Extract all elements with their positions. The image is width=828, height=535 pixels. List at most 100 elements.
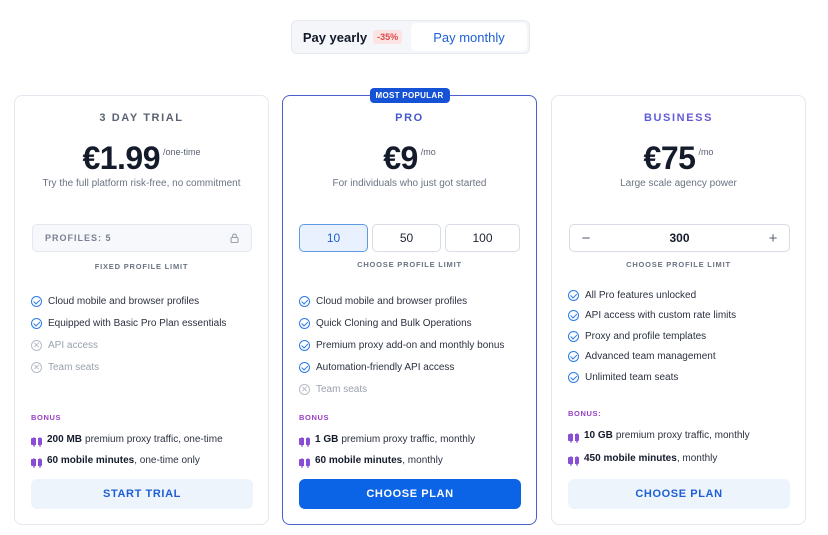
check-circle-icon bbox=[568, 310, 579, 322]
bonus-text: , one-time only bbox=[134, 455, 200, 466]
check-circle-icon bbox=[299, 295, 310, 307]
feature-text: Team seats bbox=[316, 383, 368, 395]
bonus-label: BONUS: bbox=[568, 409, 602, 418]
plan-name: BUSINESS bbox=[552, 112, 805, 124]
feature-text: Advanced team management bbox=[585, 351, 716, 363]
bonus-list: 1 GB premium proxy traffic, monthly 60 mo… bbox=[299, 429, 475, 471]
check-circle-icon bbox=[31, 317, 42, 329]
choose-plan-button-pro[interactable]: CHOOSE PLAN bbox=[299, 479, 521, 509]
feature-item: Proxy and profile templates bbox=[568, 326, 736, 347]
feature-item: Premium proxy add-on and monthly bonus bbox=[299, 334, 504, 356]
feature-list: Cloud mobile and browser profiles Quick … bbox=[299, 290, 504, 400]
feature-text: Automation-friendly API access bbox=[316, 361, 455, 373]
bonus-amount: 1 GB bbox=[315, 434, 339, 445]
plan-price: €1.99 bbox=[82, 140, 161, 176]
fixed-profiles-box: PROFILES: 5 bbox=[32, 224, 252, 252]
check-circle-icon bbox=[299, 361, 310, 373]
gift-icon bbox=[568, 453, 579, 464]
most-popular-badge: MOST POPULAR bbox=[369, 88, 450, 103]
feature-text: Cloud mobile and browser profiles bbox=[48, 295, 200, 307]
check-circle-icon bbox=[31, 295, 42, 307]
decrement-button[interactable]: − bbox=[578, 230, 594, 247]
profile-option-50[interactable]: 50 bbox=[372, 224, 441, 252]
plan-tagline: For individuals who just got started bbox=[332, 178, 487, 189]
feature-item-disabled: Team seats bbox=[299, 378, 504, 400]
pay-yearly-label: Pay yearly bbox=[302, 29, 368, 45]
start-trial-button[interactable]: START TRIAL bbox=[31, 479, 253, 509]
bonus-text: premium proxy traffic, monthly bbox=[615, 430, 750, 441]
bonus-item: 60 mobile minutes, monthly bbox=[299, 450, 475, 471]
feature-item-disabled: API access bbox=[31, 334, 226, 356]
profile-option-10[interactable]: 10 bbox=[299, 224, 368, 252]
bonus-item: 1 GB premium proxy traffic, monthly bbox=[299, 429, 475, 450]
pay-yearly-option[interactable]: Pay yearly -35% bbox=[294, 23, 411, 51]
feature-item: Cloud mobile and browser profiles bbox=[31, 290, 226, 312]
feature-text: Unlimited team seats bbox=[585, 371, 679, 383]
plan-period: /mo bbox=[698, 147, 714, 157]
increment-button[interactable]: + bbox=[765, 230, 781, 247]
plan-card-trial: 3 DAY TRIAL €1.99 /one-time Try the full… bbox=[14, 95, 269, 525]
choose-plan-button-business[interactable]: CHOOSE PLAN bbox=[568, 479, 790, 509]
plan-name: PRO bbox=[395, 112, 424, 124]
check-circle-icon bbox=[568, 289, 579, 301]
plan-card-pro: MOST POPULAR PRO €9 /mo For individuals … bbox=[282, 88, 537, 525]
price-row: €75 /mo bbox=[552, 140, 805, 177]
bonus-label: BONUS bbox=[31, 413, 62, 422]
feature-list: Cloud mobile and browser profiles Equipp… bbox=[31, 290, 226, 378]
pay-monthly-option[interactable]: Pay monthly bbox=[411, 23, 527, 51]
billing-toggle: Pay yearly -35% Pay monthly bbox=[291, 20, 530, 54]
bonus-item: 450 mobile minutes, monthly bbox=[568, 447, 750, 470]
plan-period: /one-time bbox=[163, 147, 201, 157]
profile-limit-caption: CHOOSE PROFILE LIMIT bbox=[357, 260, 462, 269]
bonus-amount: 450 mobile minutes bbox=[584, 453, 677, 464]
price-row: €9 /mo bbox=[283, 140, 536, 177]
price-row: €1.99 /one-time bbox=[15, 140, 268, 177]
profile-limit-value[interactable]: 300 bbox=[669, 231, 689, 245]
bonus-text: premium proxy traffic, monthly bbox=[341, 434, 476, 445]
plan-card-business: BUSINESS €75 /mo Large scale agency powe… bbox=[551, 95, 806, 525]
feature-text: Cloud mobile and browser profiles bbox=[316, 295, 468, 307]
gift-icon bbox=[568, 430, 579, 441]
bonus-amount: 10 GB bbox=[584, 430, 613, 441]
check-circle-icon bbox=[299, 339, 310, 351]
feature-text: API access bbox=[48, 339, 99, 351]
bonus-text: premium proxy traffic, one-time bbox=[85, 434, 223, 445]
gift-icon bbox=[299, 455, 310, 466]
feature-text: Premium proxy add-on and monthly bonus bbox=[316, 339, 505, 351]
feature-item-disabled: Team seats bbox=[31, 356, 226, 378]
profile-limit-caption: FIXED PROFILE LIMIT bbox=[94, 262, 189, 271]
profile-limit-options: 10 50 100 bbox=[299, 224, 520, 252]
bonus-amount: 60 mobile minutes bbox=[47, 455, 135, 466]
gift-icon bbox=[299, 434, 310, 445]
feature-item: Advanced team management bbox=[568, 347, 736, 368]
check-circle-icon bbox=[568, 330, 579, 342]
profile-option-100[interactable]: 100 bbox=[445, 224, 520, 252]
feature-item: Quick Cloning and Bulk Operations bbox=[299, 312, 504, 334]
feature-item: API access with custom rate limits bbox=[568, 306, 736, 327]
pay-monthly-label: Pay monthly bbox=[433, 29, 505, 45]
gift-icon bbox=[31, 455, 42, 466]
feature-text: Quick Cloning and Bulk Operations bbox=[316, 317, 472, 329]
bonus-list: 10 GB premium proxy traffic, monthly 450 … bbox=[568, 424, 750, 470]
x-circle-icon bbox=[31, 339, 42, 351]
feature-item: Unlimited team seats bbox=[568, 367, 736, 388]
feature-text: Equipped with Basic Pro Plan essentials bbox=[48, 317, 227, 329]
bonus-text: , monthly bbox=[676, 453, 718, 464]
feature-item: Cloud mobile and browser profiles bbox=[299, 290, 504, 312]
x-circle-icon bbox=[299, 383, 310, 395]
profile-limit-caption: CHOOSE PROFILE LIMIT bbox=[626, 260, 731, 269]
lock-icon bbox=[230, 233, 239, 243]
plan-period: /mo bbox=[420, 147, 436, 157]
bonus-item: 200 MB premium proxy traffic, one-time bbox=[31, 429, 223, 450]
plan-tagline: Large scale agency power bbox=[620, 178, 737, 189]
feature-list: All Pro features unlocked API access wit… bbox=[568, 285, 736, 388]
feature-text: Team seats bbox=[48, 361, 100, 373]
bonus-item: 10 GB premium proxy traffic, monthly bbox=[568, 424, 750, 447]
bonus-amount: 200 MB bbox=[47, 434, 83, 445]
feature-item: All Pro features unlocked bbox=[568, 285, 736, 306]
feature-item: Equipped with Basic Pro Plan essentials bbox=[31, 312, 226, 334]
feature-text: All Pro features unlocked bbox=[585, 289, 697, 301]
feature-text: API access with custom rate limits bbox=[585, 310, 737, 322]
plan-name: 3 DAY TRIAL bbox=[99, 112, 184, 124]
plan-price: €75 bbox=[643, 140, 696, 176]
